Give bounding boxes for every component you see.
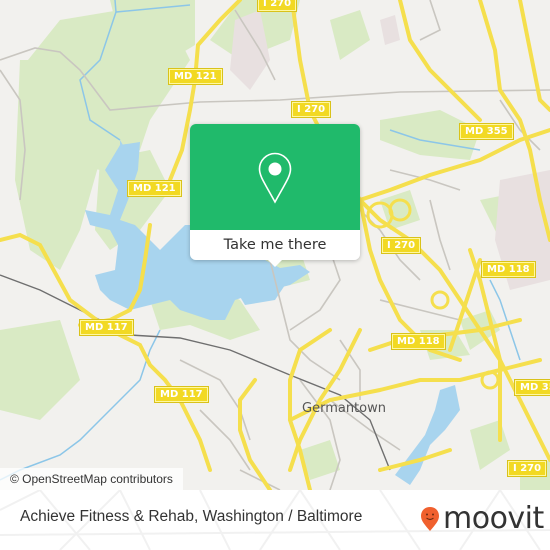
place-label-germantown: Germantown [302,401,386,416]
destination-popup[interactable]: Take me there [190,124,360,267]
road-shield-md121: MD 121 [127,180,182,197]
road-shield-md117: MD 117 [154,386,209,403]
footer-bar: Achieve Fitness & Rehab, Washington / Ba… [0,490,550,550]
map-attribution[interactable]: © OpenStreetMap contributors [0,468,183,490]
road-shield-i270: I 270 [380,237,422,254]
road-shield-md355: MD 355 [459,123,514,140]
road-shield-md117: MD 117 [79,319,134,336]
take-me-there-button[interactable]: Take me there [190,230,360,260]
attribution-text: © OpenStreetMap contributors [10,472,173,486]
popup-header [190,124,360,230]
moovit-logo[interactable]: moovit [420,502,544,536]
map-view[interactable]: I 270 MD 121 I 270 MD 355 MD 121 I 270 M… [0,0,550,490]
road-shield-i270: I 270 [506,460,548,477]
popup-pointer [267,259,283,267]
moovit-pin-smile-icon [421,507,439,531]
road-shield-md118: MD 118 [391,333,446,350]
road-shield-md118: MD 118 [481,261,536,278]
location-title: Achieve Fitness & Rehab, Washington / Ba… [20,508,363,525]
road-shield-md121: MD 121 [168,68,223,85]
take-me-there-label: Take me there [223,237,327,253]
moovit-wordmark: moovit [443,501,544,536]
road-shield-md355: MD 355 [514,379,550,396]
road-shield-i270: I 270 [256,0,298,12]
map-pin-icon [258,152,292,204]
road-shield-i270: I 270 [290,101,332,118]
